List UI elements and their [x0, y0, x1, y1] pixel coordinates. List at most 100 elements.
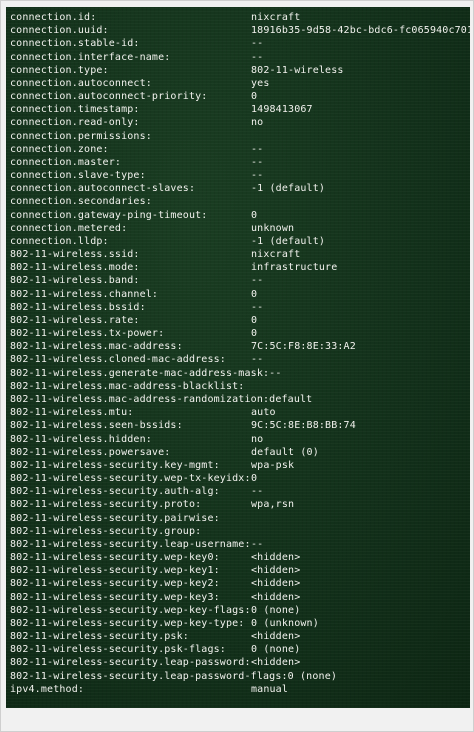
property-name: connection.uuid: — [10, 25, 109, 37]
terminal-line: connection.interface-name: -- — [10, 51, 470, 64]
property-name: 802-11-wireless.rate: — [10, 314, 140, 326]
property-value: 802-11-wireless — [251, 64, 344, 76]
property-name: 802-11-wireless-security.leap-password-f… — [10, 670, 338, 682]
property-value: nixcraft — [251, 249, 301, 261]
property-name: connection.autoconnect-slaves: — [10, 183, 196, 195]
property-name: connection.read-only: — [10, 117, 140, 129]
property-value: wpa-psk — [251, 459, 295, 471]
terminal-line: connection.id: nixcraft — [10, 11, 470, 24]
property-value: no — [251, 117, 264, 129]
terminal-line: connection.timestamp: 1498413067 — [10, 103, 470, 116]
property-value: 0 (none) — [251, 604, 301, 616]
property-name: 802-11-wireless-security.wep-key2: — [10, 578, 220, 590]
terminal-line: 802-11-wireless-security.psk-flags: 0 (no… — [10, 643, 470, 656]
property-name: 802-11-wireless-security.leap-password: — [10, 657, 251, 669]
property-name: 802-11-wireless.mac-address-randomizatio… — [10, 393, 313, 405]
property-name: 802-11-wireless-security.proto: — [10, 499, 202, 511]
terminal-line: 802-11-wireless-security.psk: <hidden> — [10, 630, 470, 643]
property-value: yes — [251, 77, 270, 89]
terminal-line: connection.gateway-ping-timeout: 0 — [10, 209, 470, 222]
terminal-line: connection.autoconnect-slaves: -1 (defaul… — [10, 182, 470, 195]
property-name: connection.zone: — [10, 143, 109, 155]
property-value: 0 — [251, 328, 258, 340]
property-value: unknown — [251, 222, 295, 234]
property-value: no — [251, 433, 264, 445]
property-value: -- — [251, 170, 264, 182]
terminal-line: 802-11-wireless.cloned-mac-address: -- — [10, 353, 470, 366]
property-value: -- — [251, 143, 264, 155]
property-value: 0 — [251, 288, 258, 300]
property-value: 0 — [251, 209, 258, 221]
terminal-line: connection.type: 802-11-wireless — [10, 64, 470, 77]
property-name: 802-11-wireless.powersave: — [10, 446, 171, 458]
property-value: -- — [251, 38, 264, 50]
property-name: 802-11-wireless-security.key-mgmt: — [10, 459, 220, 471]
terminal-line: 802-11-wireless-security.auth-alg: -- — [10, 485, 470, 498]
terminal-line: 802-11-wireless.mtu: auto — [10, 406, 470, 419]
property-value: infrastructure — [251, 262, 338, 274]
terminal-line: 802-11-wireless-security.leap-password-f… — [10, 670, 470, 683]
terminal-line: connection.slave-type: -- — [10, 169, 470, 182]
property-value: <hidden> — [251, 565, 301, 577]
terminal-line: ipv4.method: manual — [10, 683, 470, 696]
terminal-line: connection.read-only: no — [10, 116, 470, 129]
terminal-line: 802-11-wireless-security.wep-key-flags: 0… — [10, 604, 470, 617]
property-name: 802-11-wireless-security.wep-key1: — [10, 565, 220, 577]
terminal-line: connection.uuid: 18916b35-9d58-42bc-bdc6-… — [10, 24, 470, 37]
property-name: connection.autoconnect: — [10, 77, 152, 89]
property-value: -- — [251, 354, 264, 366]
terminal-line: 802-11-wireless.channel: 0 — [10, 288, 470, 301]
terminal-line: connection.master: -- — [10, 156, 470, 169]
property-name: 802-11-wireless.mtu: — [10, 407, 134, 419]
terminal-line: connection.stable-id: -- — [10, 37, 470, 50]
property-name: 802-11-wireless-security.wep-key3: — [10, 591, 220, 603]
property-value: -- — [251, 486, 264, 498]
terminal-line: 802-11-wireless-security.leap-username: -… — [10, 538, 470, 551]
property-name: connection.timestamp: — [10, 104, 140, 116]
property-value: 0 — [251, 91, 258, 103]
property-value: -- — [251, 156, 264, 168]
terminal-line: 802-11-wireless-security.wep-key3: <hidde… — [10, 591, 470, 604]
terminal-line: 802-11-wireless-security.proto: wpa,rsn — [10, 498, 470, 511]
property-name: 802-11-wireless.mode: — [10, 262, 140, 274]
property-value: 18916b35-9d58-42bc-bdc6-fc065940c701 — [251, 25, 470, 37]
terminal-line: connection.metered: unknown — [10, 222, 470, 235]
property-name: ipv4.method: — [10, 683, 85, 695]
terminal-line: 802-11-wireless-security.wep-tx-keyidx: 0 — [10, 472, 470, 485]
property-name: connection.interface-name: — [10, 51, 171, 63]
terminal-line: 802-11-wireless.ssid: nixcraft — [10, 248, 470, 261]
property-name: 802-11-wireless-security.wep-key-flags: — [10, 604, 251, 616]
property-value: 0 (unknown) — [251, 617, 319, 629]
property-name: connection.id: — [10, 12, 97, 23]
property-name: connection.autoconnect-priority: — [10, 91, 208, 103]
terminal-line: 802-11-wireless.mac-address-blacklist: — [10, 380, 470, 393]
property-name: 802-11-wireless.hidden: — [10, 433, 152, 445]
property-value: 7C:5C:F8:8E:33:A2 — [251, 341, 356, 353]
property-name: 802-11-wireless.mac-address-blacklist: — [10, 380, 245, 392]
terminal-line: 802-11-wireless-security.leap-password: <… — [10, 656, 470, 669]
property-name: 802-11-wireless.ssid: — [10, 249, 140, 261]
property-value: nixcraft — [251, 12, 301, 23]
property-name: 802-11-wireless-security.psk-flags: — [10, 644, 226, 656]
property-name: 802-11-wireless-security.psk: — [10, 631, 189, 643]
property-value: wpa,rsn — [251, 499, 295, 511]
terminal-line: connection.permissions: — [10, 130, 470, 143]
terminal-line: 802-11-wireless.generate-mac-address-mas… — [10, 367, 470, 380]
property-name: 802-11-wireless.tx-power: — [10, 328, 165, 340]
property-name: 802-11-wireless-security.wep-key-type: — [10, 617, 245, 629]
property-value: -- — [251, 301, 264, 313]
property-value: -1 (default) — [251, 235, 326, 247]
terminal-line: 802-11-wireless-security.key-mgmt: wpa-ps… — [10, 459, 470, 472]
property-name: 802-11-wireless-security.auth-alg: — [10, 486, 220, 498]
terminal-line: 802-11-wireless-security.wep-key2: <hidde… — [10, 577, 470, 590]
property-name: connection.slave-type: — [10, 170, 146, 182]
property-name: 802-11-wireless.cloned-mac-address: — [10, 354, 226, 366]
property-value: 0 (none) — [251, 644, 301, 656]
property-value: <hidden> — [251, 631, 301, 643]
property-name: connection.master: — [10, 156, 122, 168]
property-value: manual — [251, 683, 289, 695]
property-value: 0 — [251, 314, 258, 326]
terminal-output[interactable]: connection.id: nixcraft connection.uuid: 18… — [6, 7, 470, 708]
property-value: <hidden> — [251, 552, 301, 564]
property-name: connection.gateway-ping-timeout: — [10, 209, 208, 221]
